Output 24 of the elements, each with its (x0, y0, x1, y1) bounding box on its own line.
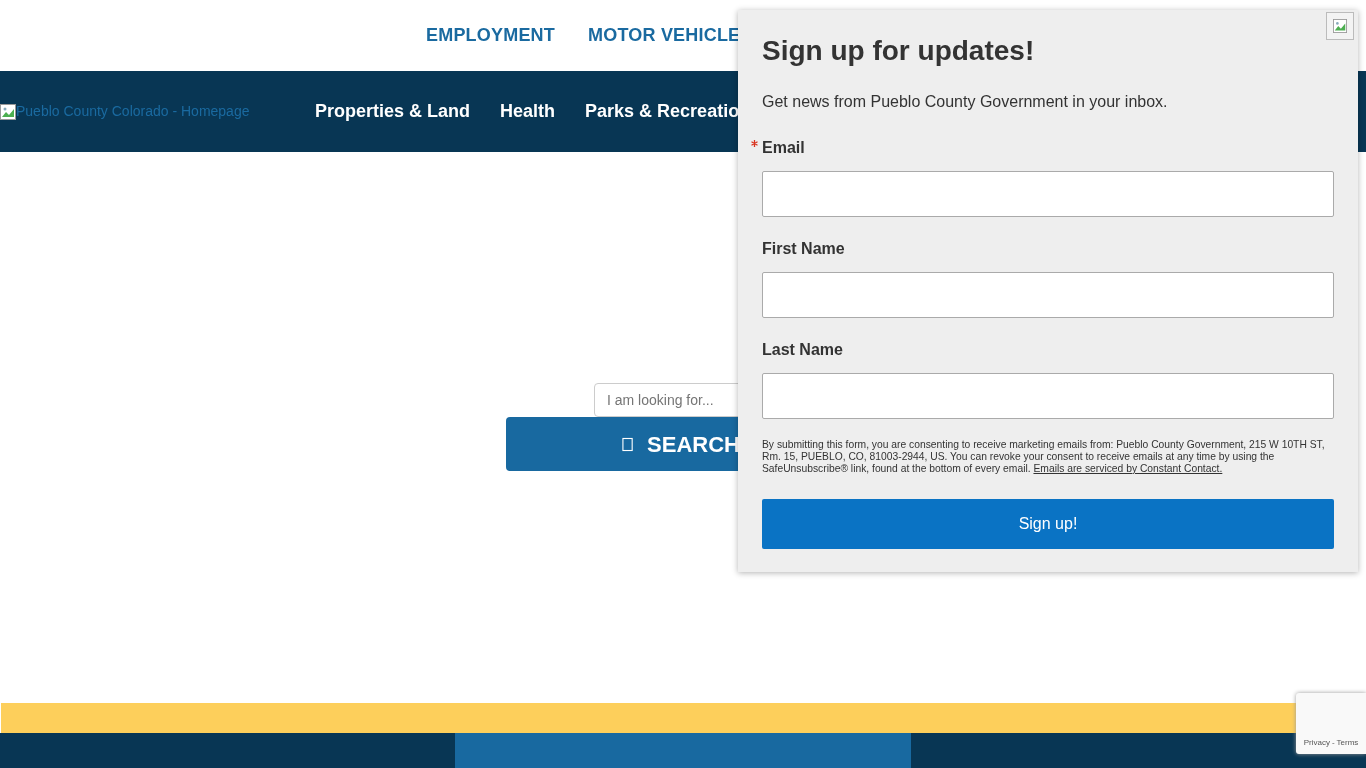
top-link[interactable]: MOTOR VEHICLE (588, 22, 741, 49)
consent-text: By submitting this form, you are consenting to receive marketing emails from: Pueblo County Government, 215 W 10TH ST, Rm. 15, PUEBLO, CO, 81003-2944, US. You can revoke your consent to receive emails at any time by using the SafeUnsubscribe® link, found at the bottom of every email. Emails are serviced by Constant Contact. (762, 438, 1326, 475)
input-field[interactable] (762, 271, 1334, 318)
privacy-link[interactable]: Privacy (1303, 737, 1330, 749)
field-label: Email (751, 135, 805, 160)
nav-link[interactable]: Health (500, 98, 556, 125)
nav-link[interactable]: Parks & Recreatio (585, 98, 740, 125)
nav-link[interactable]: Properties & Land (315, 98, 471, 125)
broken-image-icon (1333, 18, 1347, 34)
top-link[interactable]: EMPLOYMENT (426, 22, 555, 49)
input-field[interactable] (762, 372, 1334, 419)
required-asterisk-icon (751, 139, 758, 147)
close-button[interactable] (1326, 12, 1354, 40)
constant-contact-link[interactable]: Emails are serviced by Constant Contact. (1033, 462, 1223, 474)
separator-text: - (1331, 737, 1335, 749)
popup-subtitle: Get news from Pueblo County Government in your inbox. (762, 91, 1169, 112)
field-label: First Name (762, 238, 845, 259)
broken-image-icon (0, 103, 16, 120)
field-label: Last Name (762, 339, 843, 360)
sign-up-button[interactable]: Sign up! (762, 498, 1334, 549)
terms-link[interactable]: Terms (1336, 737, 1359, 749)
popup-title: Sign up for updates! (762, 34, 1036, 68)
input-field[interactable] (762, 170, 1334, 217)
missing-glyph-icon (622, 436, 634, 452)
